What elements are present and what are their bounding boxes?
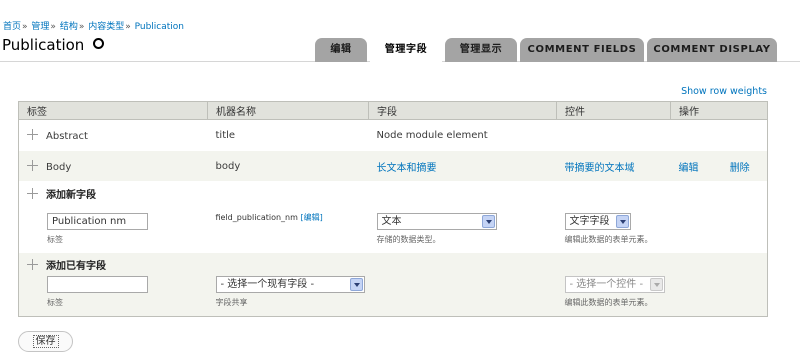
machine-name-edit-link[interactable]: [编辑] [300,213,322,222]
breadcrumb-link-publication[interactable]: Publication [135,22,184,32]
existing-field-label-input[interactable] [47,276,148,293]
existing-field-label-desc: 标签 [47,298,63,307]
add-existing-field-title: 添加已有字段 [46,260,106,272]
breadcrumb-link-content-types[interactable]: 内容类型 [88,22,124,32]
new-field-widget-value: 文字字段 [569,216,610,227]
column-header-widget: 控件 [556,101,671,120]
breadcrumb-link-structure[interactable]: 结构 [60,22,78,32]
tab-manage-display[interactable]: 管理显示 [445,38,517,62]
existing-field-widget-desc: 编辑此数据的表单元素。 [564,298,653,307]
breadcrumb: 首页» 管理» 结构» 内容类型» Publication [3,22,185,32]
field-machine-name: body [207,151,369,181]
field-machine-name: title [207,119,369,151]
existing-field-select[interactable]: - 选择一个现有字段 - [215,276,365,293]
add-new-field-row: 标签 field_publication_nm [编辑] 文本 存储的数据类型。… [18,205,768,253]
breadcrumb-link-admin[interactable]: 管理 [31,22,49,32]
edit-link[interactable]: 编辑 [679,163,699,174]
drag-handle-icon[interactable] [27,159,38,171]
add-new-field-title: 添加新字段 [46,189,96,201]
chevron-down-icon[interactable] [349,278,363,291]
drag-handle-icon[interactable] [27,129,38,140]
existing-field-widget-select[interactable]: - 选择一个控件 - [564,276,665,293]
new-field-label-desc: 标签 [47,235,63,244]
primary-tabs: 编辑 管理字段 管理显示 COMMENT FIELDS COMMENT DISP… [315,38,777,62]
field-label: Abstract [46,131,88,142]
save-button[interactable]: 保存 [18,331,73,352]
field-type-link[interactable]: 长文本和摘要 [377,163,437,174]
tab-comment-display[interactable]: COMMENT DISPLAY [647,38,777,62]
table-header-row: 标签 机器名称 字段 控件 操作 [18,101,768,120]
field-type: Node module element [368,119,557,151]
drag-handle-icon[interactable] [27,187,38,199]
new-field-label-input[interactable] [47,213,148,230]
new-field-machine-name: field_publication_nm [215,213,298,222]
tab-comment-fields[interactable]: COMMENT FIELDS [520,38,644,62]
page-title: Publication [2,36,105,54]
tab-manage-fields[interactable]: 管理字段 [370,38,442,62]
column-header-label: 标签 [18,101,208,120]
table-row: Abstract title Node module element [18,119,768,151]
add-new-field-title-row: 添加新字段 [18,181,768,205]
new-field-type-desc: 存储的数据类型。 [376,235,441,244]
chevron-down-icon[interactable] [481,215,495,228]
existing-field-desc: 字段共享 [215,298,248,307]
existing-field-select-value: - 选择一个现有字段 - [220,279,315,290]
existing-field-widget-value: - 选择一个控件 - [569,279,644,290]
table-row: Body body 长文本和摘要 带摘要的文本域 编辑 删除 [18,151,768,181]
chevron-down-icon [649,278,663,291]
column-header-operations: 操作 [670,101,768,120]
chevron-down-icon[interactable] [615,215,629,228]
column-header-machine-name: 机器名称 [207,101,369,120]
new-field-type-select[interactable]: 文本 [376,213,497,230]
show-row-weights-link[interactable]: Show row weights [681,86,767,97]
save-button-label: 保存 [32,335,59,348]
new-field-type-value: 文本 [381,216,402,227]
tab-edit[interactable]: 编辑 [315,38,367,62]
delete-link[interactable]: 删除 [730,163,750,174]
new-field-widget-desc: 编辑此数据的表单元素。 [564,235,653,244]
field-label: Body [46,161,72,173]
breadcrumb-link-home[interactable]: 首页 [3,22,21,32]
field-widget-link[interactable]: 带摘要的文本域 [565,163,635,174]
page-title-text: Publication [2,36,85,54]
add-existing-field-row: 标签 - 选择一个现有字段 - 字段共享 - 选择一个控件 - 编辑此数据的表单… [18,275,768,317]
new-field-widget-select[interactable]: 文字字段 [564,213,631,230]
add-existing-field-title-row: 添加已有字段 [18,253,768,275]
shortcut-icon[interactable] [93,38,105,49]
fields-table: 标签 机器名称 字段 控件 操作 Abstract title Node mod… [18,101,768,317]
column-header-field: 字段 [368,101,557,120]
drag-handle-icon[interactable] [27,258,38,270]
field-widget [556,119,671,151]
